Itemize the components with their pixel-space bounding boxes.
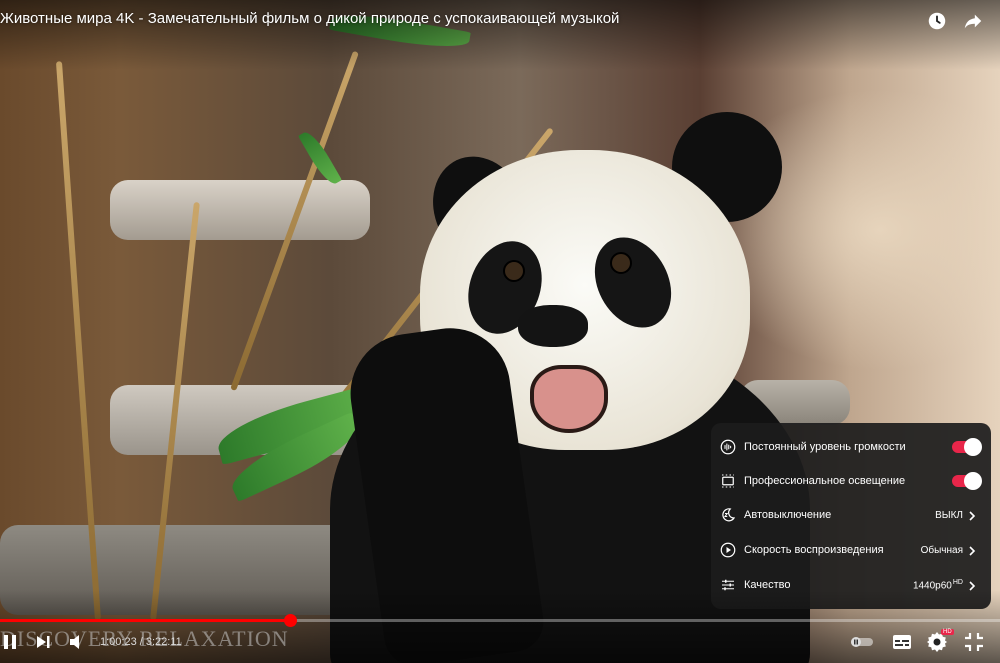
sleep-timer-value: ВЫКЛ — [935, 509, 963, 521]
toggle-knob — [964, 438, 982, 456]
playback-speed-icon — [719, 541, 737, 559]
subtitles-icon[interactable] — [890, 630, 914, 654]
menu-item-label: Профессиональное освещение — [744, 475, 906, 487]
stable-volume-toggle[interactable] — [952, 438, 982, 456]
panda-nose — [518, 305, 588, 347]
playback-speed-value: Обычная — [920, 544, 963, 556]
scene-leaf — [298, 128, 342, 188]
autoplay-toggle-icon[interactable] — [849, 630, 873, 654]
ambient-mode-icon — [719, 472, 737, 490]
menu-item-stable-volume[interactable]: Постоянный уровень громкости — [711, 430, 991, 464]
volume-level-icon — [719, 438, 737, 456]
menu-item-playback-speed[interactable]: Скорость воспроизведения Обычная — [711, 533, 991, 567]
progress-played — [0, 619, 290, 622]
pause-icon[interactable] — [0, 630, 24, 654]
time-display: 1:00:23 / 3:22:11 — [100, 636, 182, 648]
settings-menu: Постоянный уровень громкости Профессиона… — [711, 423, 991, 609]
time-separator: / — [136, 636, 146, 648]
video-player[interactable]: Животные мира 4K - Замечательный фильм о… — [0, 0, 1000, 663]
clock-icon[interactable] — [926, 10, 948, 32]
chevron-right-icon — [967, 509, 977, 521]
menu-item-sleep-timer[interactable]: Автовыключение ВЫКЛ — [711, 498, 991, 532]
volume-icon[interactable] — [66, 630, 90, 654]
progress-bar[interactable] — [0, 614, 1000, 627]
duration: 3:22:11 — [145, 636, 182, 648]
progress-scrubber[interactable] — [284, 614, 297, 627]
current-time: 1:00:23 — [100, 636, 137, 648]
video-title[interactable]: Животные мира 4K - Замечательный фильм о… — [0, 10, 619, 27]
menu-item-ambient-mode[interactable]: Профессиональное освещение — [711, 464, 991, 498]
panda-eye — [610, 252, 632, 274]
quality-hd-badge: HD — [952, 578, 963, 586]
toggle-knob — [964, 472, 982, 490]
chevron-right-icon — [967, 544, 977, 556]
scene-log — [110, 180, 370, 240]
panda-mouth — [530, 365, 608, 433]
menu-item-label: Скорость воспроизведения — [744, 544, 884, 556]
settings-hd-badge: HD — [941, 629, 954, 635]
menu-item-label: Автовыключение — [744, 509, 832, 521]
sleep-timer-icon — [719, 506, 737, 524]
exit-fullscreen-icon[interactable] — [962, 630, 986, 654]
ambient-mode-toggle[interactable] — [952, 472, 982, 490]
menu-item-label: Постоянный уровень громкости — [744, 441, 906, 453]
next-icon[interactable] — [32, 630, 56, 654]
share-arrow-icon[interactable] — [962, 10, 984, 32]
panda-eye — [503, 260, 525, 282]
